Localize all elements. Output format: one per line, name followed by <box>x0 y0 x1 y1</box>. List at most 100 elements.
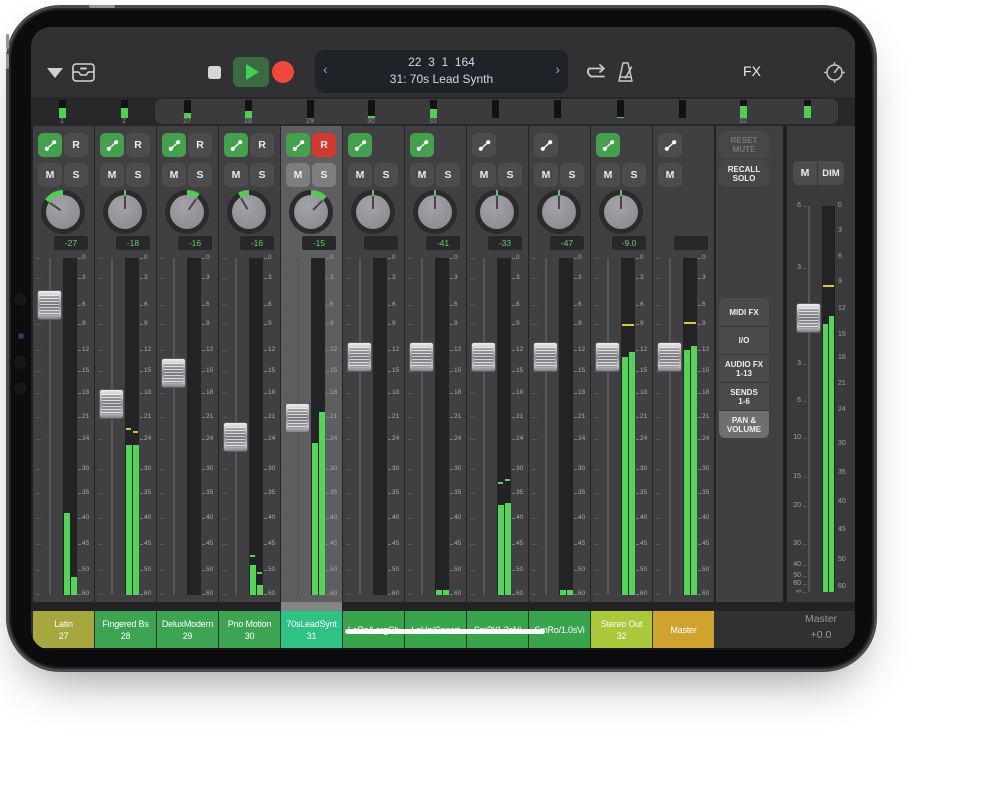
mute-button[interactable]: M <box>348 163 372 187</box>
pan-knob[interactable] <box>537 190 581 234</box>
volume-fader[interactable] <box>99 389 124 419</box>
automation-button[interactable] <box>286 133 310 157</box>
automation-button[interactable] <box>100 133 124 157</box>
mute-button[interactable]: M <box>658 163 682 187</box>
mute-button[interactable]: M <box>224 163 248 187</box>
next-track-arrow[interactable]: › <box>555 61 560 77</box>
track-name-button[interactable]: Pno Motion30 <box>219 611 280 648</box>
automation-button[interactable] <box>472 133 496 157</box>
volume-fader[interactable] <box>223 422 248 452</box>
pan-knob[interactable] <box>413 190 457 234</box>
track-name-button[interactable]: Stereo Out32 <box>591 611 652 648</box>
solo-button[interactable]: S <box>374 163 398 187</box>
solo-button[interactable]: S <box>622 163 646 187</box>
view-button-sends[interactable]: SENDS 1-6 <box>719 382 769 410</box>
meter-scale-label: 30 <box>144 465 151 472</box>
meter-scale-label: 45 <box>516 540 523 547</box>
mute-button[interactable]: M <box>472 163 496 187</box>
previous-track-arrow[interactable]: ‹ <box>323 61 328 77</box>
recall-solo-button[interactable]: RECALL SOLO <box>719 160 769 187</box>
metronome-icon[interactable] <box>615 61 636 84</box>
volume-fader[interactable] <box>409 342 434 372</box>
volume-fader[interactable] <box>595 342 620 372</box>
view-button-io[interactable]: I/O <box>719 326 769 354</box>
solo-button[interactable]: S <box>312 163 336 187</box>
automation-button[interactable] <box>410 133 434 157</box>
library-tray-icon[interactable] <box>71 61 96 84</box>
solo-button[interactable]: S <box>126 163 150 187</box>
track-name-button[interactable]: DeluxModern29 <box>157 611 218 648</box>
fader-scale-tick <box>160 518 165 519</box>
solo-button[interactable]: S <box>64 163 88 187</box>
meter-scale-tick <box>574 518 577 519</box>
pan-knob[interactable] <box>599 190 643 234</box>
volume-fader[interactable] <box>37 290 62 320</box>
pan-knob[interactable] <box>475 190 519 234</box>
meter-scale-tick <box>636 258 639 259</box>
track-name-button[interactable]: Fingered Bs28 <box>95 611 156 648</box>
mute-button[interactable]: M <box>38 163 62 187</box>
volume-fader[interactable] <box>347 342 372 372</box>
reset-mute-button[interactable]: RESET MUTE <box>719 131 769 158</box>
track-name-button[interactable]: 70sLeadSynt31 <box>281 611 342 648</box>
record-enable-button[interactable]: R <box>312 133 336 157</box>
master-mute-button[interactable]: M <box>793 161 818 185</box>
mute-button[interactable]: M <box>534 163 558 187</box>
pan-knob[interactable] <box>41 190 85 234</box>
master-dim-button[interactable]: DIM <box>818 161 844 185</box>
solo-button[interactable]: S <box>498 163 522 187</box>
view-button-audio-fx[interactable]: AUDIO FX 1-13 <box>719 354 769 382</box>
mute-button[interactable]: M <box>286 163 310 187</box>
record-enable-button[interactable]: R <box>64 133 88 157</box>
volume-fader[interactable] <box>161 358 186 388</box>
cycle-icon[interactable] <box>584 63 609 82</box>
pan-knob[interactable] <box>227 190 271 234</box>
record-enable-button[interactable]: R <box>126 133 150 157</box>
meter-scale-tick <box>450 393 453 394</box>
track-overview-strip[interactable]: 12272829303132 <box>31 97 855 127</box>
solo-button[interactable]: S <box>560 163 584 187</box>
pan-knob[interactable] <box>289 190 333 234</box>
mute-button[interactable]: M <box>100 163 124 187</box>
stop-button[interactable] <box>208 66 221 79</box>
volume-fader[interactable] <box>657 342 682 372</box>
fader-scale-tick <box>36 544 41 545</box>
settings-icon[interactable] <box>823 61 846 84</box>
meter-scale-tick <box>264 371 267 372</box>
automation-button[interactable] <box>534 133 558 157</box>
track-name-button[interactable]: Master <box>653 611 714 648</box>
automation-button[interactable] <box>224 133 248 157</box>
volume-fader[interactable] <box>471 342 496 372</box>
view-button-pan-volume[interactable]: PAN & VOLUME <box>719 410 769 438</box>
track-name-button[interactable]: Latin27 <box>33 611 94 648</box>
record-enable-button[interactable]: R <box>250 133 274 157</box>
volume-fader[interactable] <box>533 342 558 372</box>
pan-knob[interactable] <box>351 190 395 234</box>
master-volume-fader[interactable] <box>796 303 821 333</box>
record-button[interactable] <box>272 61 294 83</box>
automation-button[interactable] <box>348 133 372 157</box>
volume-fader[interactable] <box>285 403 310 433</box>
pan-knob[interactable] <box>103 190 147 234</box>
solo-button[interactable]: S <box>436 163 460 187</box>
mute-button[interactable]: M <box>162 163 186 187</box>
meter-scale-tick <box>512 258 515 259</box>
lcd-display[interactable]: ‹ › 22 3 1 164 31: 70s Lead Synth <box>315 50 568 93</box>
solo-button[interactable]: S <box>188 163 212 187</box>
meter-scale-tick <box>698 350 701 351</box>
mute-button[interactable]: M <box>410 163 434 187</box>
fx-button[interactable]: FX <box>737 63 767 79</box>
disclosure-triangle-icon[interactable] <box>47 68 63 78</box>
play-button[interactable] <box>233 57 269 87</box>
record-enable-button[interactable]: R <box>188 133 212 157</box>
view-button-midi-fx[interactable]: MIDI FX <box>719 298 769 326</box>
automation-button[interactable] <box>596 133 620 157</box>
automation-button[interactable] <box>162 133 186 157</box>
automation-button[interactable] <box>38 133 62 157</box>
pan-knob[interactable] <box>165 190 209 234</box>
meter-scale-tick <box>140 324 143 325</box>
horizontal-scrollbar[interactable] <box>345 629 545 634</box>
solo-button[interactable]: S <box>250 163 274 187</box>
automation-button[interactable] <box>658 133 682 157</box>
mute-button[interactable]: M <box>596 163 620 187</box>
